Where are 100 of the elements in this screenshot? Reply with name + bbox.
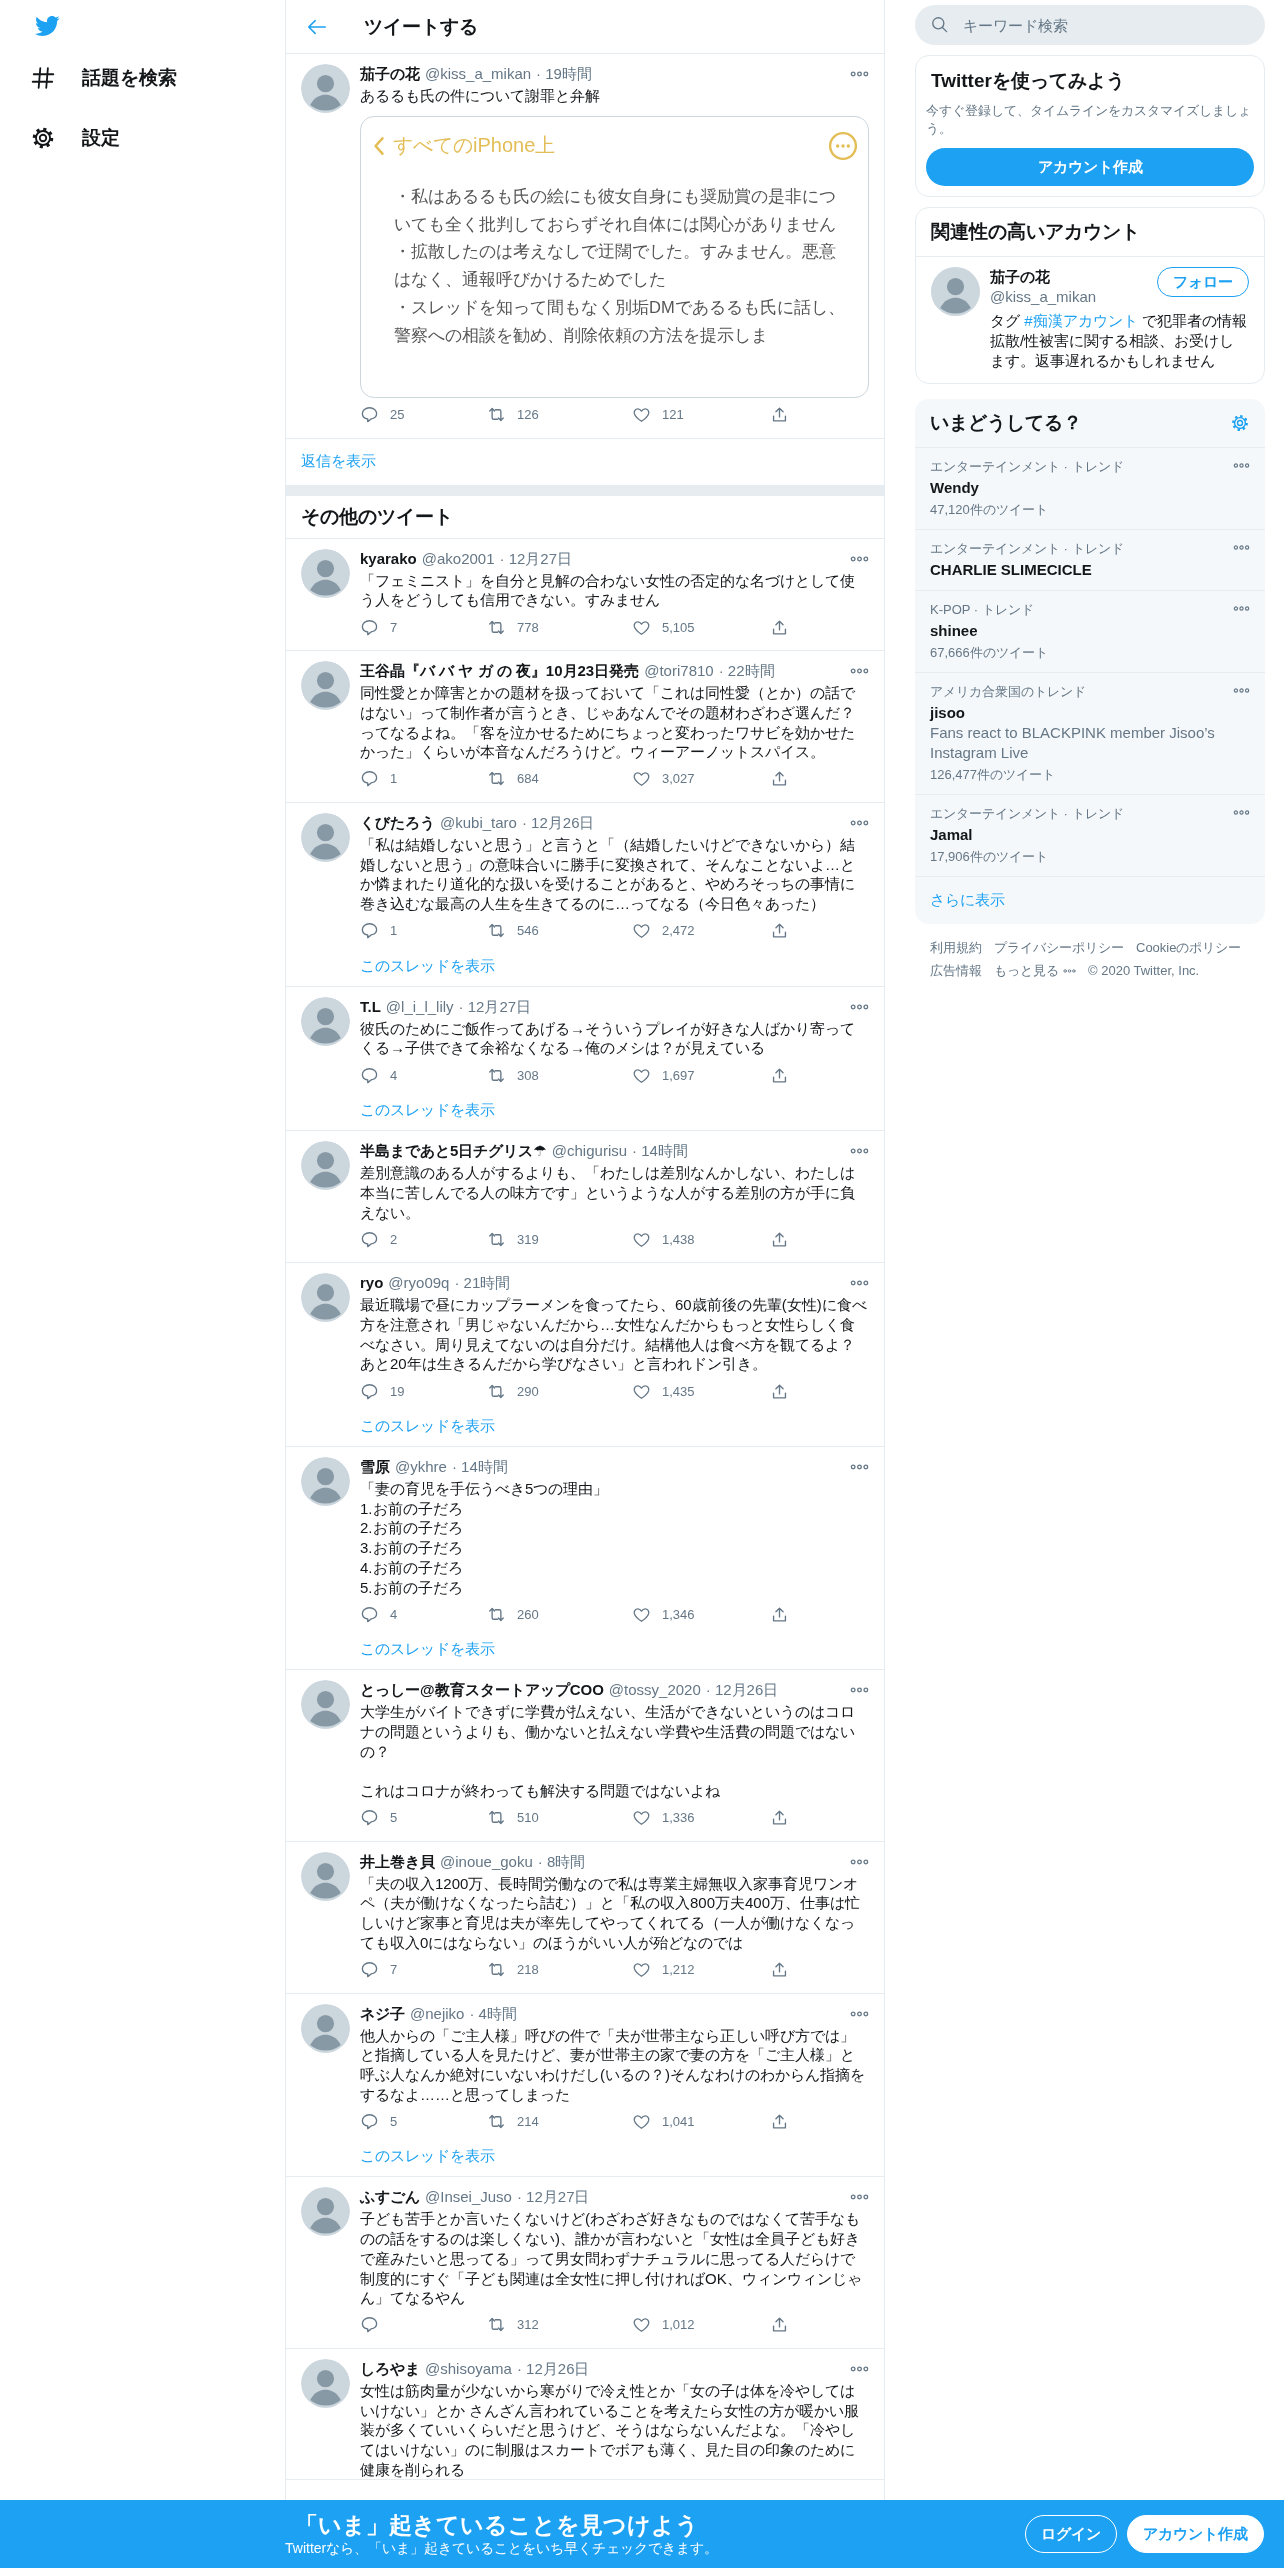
avatar[interactable] (301, 661, 350, 711)
more-icon[interactable] (1063, 968, 1076, 974)
user-name[interactable]: とっしー@教育スタートアップCOO (360, 1680, 604, 1701)
footer-link[interactable]: 広告情報 (930, 962, 982, 980)
more-icon[interactable] (850, 667, 869, 676)
avatar[interactable] (301, 996, 350, 1046)
more-icon[interactable] (850, 2364, 869, 2373)
more-icon[interactable] (1233, 462, 1250, 469)
tweet-time[interactable]: · 21時間 (454, 1273, 511, 1294)
signup-button[interactable]: アカウント作成 (1127, 2515, 1264, 2553)
tweet-time[interactable]: · 12月26日 (516, 2358, 590, 2379)
reply-icon[interactable] (360, 2111, 379, 2131)
more-icon[interactable] (850, 1857, 869, 1866)
share-icon[interactable] (770, 405, 789, 425)
hash-icon[interactable] (30, 65, 56, 91)
share-icon[interactable] (770, 1960, 789, 1980)
avatar[interactable] (301, 2003, 350, 2053)
user-name[interactable]: ryo (360, 1273, 384, 1294)
avatar[interactable] (301, 1680, 350, 1730)
footer-link[interactable]: Cookieのポリシー (1136, 939, 1242, 957)
tweet-time[interactable]: · 19時間 (536, 64, 592, 84)
share-icon[interactable] (770, 2315, 789, 2335)
share-icon[interactable] (770, 2111, 789, 2131)
more-icon[interactable] (1233, 809, 1250, 816)
tweet-time[interactable]: · 4時間 (469, 2003, 517, 2024)
like-icon[interactable] (632, 1960, 651, 1980)
show-thread-link[interactable]: このスレッドを表示 (360, 1092, 495, 1131)
user-name[interactable]: 茄子の花 (360, 64, 420, 84)
reply-icon[interactable] (360, 1960, 379, 1980)
tweet-time[interactable]: · 22時間 (718, 661, 775, 682)
user-name[interactable]: しろやま (360, 2358, 420, 2379)
share-icon[interactable] (770, 1604, 789, 1624)
avatar[interactable] (301, 812, 350, 862)
more-icon[interactable] (1233, 687, 1250, 694)
avatar[interactable] (301, 2358, 350, 2408)
user-name[interactable]: 半島まであと5日チグリス☂ (360, 1141, 547, 1162)
reply-icon[interactable] (360, 617, 379, 637)
user-name[interactable]: ネジ子 (360, 2003, 405, 2024)
like-icon[interactable] (632, 769, 651, 789)
footer-link[interactable]: プライバシーポリシー (994, 939, 1124, 957)
search-field[interactable]: キーワード検索 (915, 5, 1265, 45)
user-name[interactable]: 茄子の花 (990, 267, 1097, 287)
trend-item[interactable]: エンターテインメント · トレンド Wendy 47,120件のツイート (915, 448, 1265, 530)
tweet-time[interactable]: · 14時間 (632, 1141, 688, 1162)
more-icon[interactable] (850, 1279, 869, 1288)
tweet-time[interactable]: · 12月26日 (521, 812, 595, 833)
tweet-time[interactable]: · 14時間 (451, 1457, 508, 1478)
reply-icon[interactable] (360, 1065, 379, 1085)
like-icon[interactable] (632, 1808, 651, 1828)
user-name[interactable]: ふすごん (360, 2187, 420, 2208)
like-icon[interactable] (632, 921, 651, 941)
tweet-time[interactable]: · 8時間 (537, 1851, 586, 1872)
user-name[interactable]: くびたろう (360, 812, 435, 833)
settings-icon[interactable] (30, 125, 56, 151)
footer-link[interactable]: 利用規約 (930, 939, 982, 957)
share-icon[interactable] (770, 1229, 789, 1249)
avatar[interactable] (931, 267, 980, 316)
user-name[interactable]: 王谷晶『バ バ ヤ ガ の 夜』10月23日発売 (360, 661, 640, 682)
share-icon[interactable] (770, 921, 789, 941)
more-icon[interactable] (1233, 544, 1250, 551)
hashtag-link[interactable]: #痴漢アカウント (1024, 312, 1138, 329)
tweet-time[interactable]: · 12月26日 (705, 1680, 779, 1701)
reply-icon[interactable] (360, 1229, 379, 1249)
more-icon[interactable] (850, 1002, 869, 1011)
tweet-time[interactable]: · 12月27日 (516, 2187, 590, 2208)
avatar[interactable] (301, 548, 350, 598)
share-icon[interactable] (770, 1808, 789, 1828)
share-icon[interactable] (770, 769, 789, 789)
avatar[interactable] (301, 1141, 350, 1191)
avatar[interactable] (301, 1851, 350, 1901)
more-icon[interactable] (850, 818, 869, 827)
trend-item[interactable]: エンターテインメント · トレンド CHARLIE SLIMECICLE (915, 530, 1265, 591)
reply-icon[interactable] (360, 769, 379, 789)
show-replies-link[interactable]: 返信を表示 (301, 452, 376, 472)
show-thread-link[interactable]: このスレッドを表示 (360, 1631, 495, 1670)
show-thread-link[interactable]: このスレッドを表示 (360, 947, 495, 986)
user-name[interactable]: 雪原 (360, 1457, 390, 1478)
user-name[interactable]: kyarako (360, 548, 417, 569)
more-icon[interactable] (850, 2193, 869, 2202)
footer-link[interactable]: もっと見る (994, 962, 1059, 980)
reply-icon[interactable] (360, 1808, 379, 1828)
more-icon[interactable] (850, 554, 869, 563)
share-icon[interactable] (770, 1065, 789, 1085)
avatar[interactable] (301, 2187, 350, 2237)
more-icon[interactable] (850, 1463, 869, 1472)
share-icon[interactable] (770, 617, 789, 637)
tweet-time[interactable]: · 12月27日 (499, 548, 573, 569)
reply-icon[interactable] (360, 1381, 379, 1401)
screenshot-image[interactable]: すべてのiPhone上 ・私はあるるも氏の絵にも彼女自身にも奨励賞の是非についても全く批判しておらずそれ自体には関心がありません ・拡散したのは考えなしで迂闊でした。すみません。悪意はなく、通報呼びかけるためでした ・スレッドを知って間もなく別垢DMであるるも氏に話し、警察への相談を勧め、削除依頼の方法を提示しま (360, 115, 869, 398)
trend-item[interactable]: K-POP · トレンド shinee 67,666件のツイート (915, 591, 1265, 673)
user-name[interactable]: T.L (360, 996, 381, 1017)
reply-icon[interactable] (360, 1604, 379, 1624)
avatar[interactable] (301, 64, 350, 113)
show-thread-link[interactable]: このスレッドを表示 (360, 2138, 495, 2177)
avatar[interactable] (301, 1457, 350, 1507)
show-thread-link[interactable]: このスレッドを表示 (360, 1408, 495, 1447)
like-icon[interactable] (632, 405, 651, 425)
more-icon[interactable] (850, 1686, 869, 1695)
reply-icon[interactable] (360, 405, 379, 425)
reply-icon[interactable] (360, 2315, 379, 2335)
